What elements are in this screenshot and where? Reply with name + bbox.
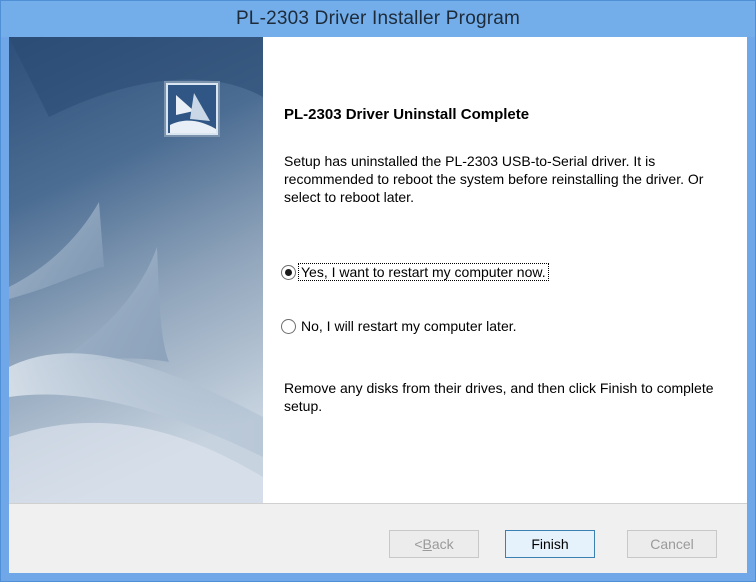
window-title: PL-2303 Driver Installer Program — [235, 8, 521, 29]
dialog-client-area: PL-2303 Driver Uninstall Complete Setup … — [9, 37, 747, 573]
sails-banner-graphic — [9, 37, 263, 503]
side-banner-image — [9, 37, 263, 503]
title-bar[interactable]: PL-2303 Driver Installer Program — [1, 1, 755, 37]
cancel-button[interactable]: Cancel — [627, 530, 717, 558]
radio-restart-now[interactable]: Yes, I want to restart my computer now. — [281, 263, 549, 281]
back-button-rest: ack — [431, 536, 454, 552]
content-pane: PL-2303 Driver Uninstall Complete Setup … — [263, 37, 747, 503]
button-bar: < Back Finish Cancel — [9, 504, 747, 573]
radio-button-unselected-icon[interactable] — [281, 318, 296, 334]
installer-window: PL-2303 Driver Installer Program PL-2303… — [0, 0, 756, 582]
radio-restart-later[interactable]: No, I will restart my computer later. — [281, 318, 519, 334]
back-button-mnemonic: B — [422, 536, 432, 552]
radio-restart-now-label[interactable]: Yes, I want to restart my computer now. — [298, 263, 549, 281]
back-button[interactable]: < Back — [389, 530, 479, 558]
finish-button[interactable]: Finish — [505, 530, 595, 558]
installer-sails-logo-icon — [164, 81, 220, 137]
page-title: PL-2303 Driver Uninstall Complete — [284, 106, 530, 123]
back-button-prefix: < — [414, 536, 423, 552]
instruction-text: Remove any disks from their drives, and … — [284, 380, 714, 414]
radio-restart-later-label[interactable]: No, I will restart my computer later. — [299, 318, 519, 334]
description-text: Setup has uninstalled the PL-2303 USB-to… — [284, 153, 704, 205]
radio-button-selected-icon[interactable] — [281, 264, 296, 280]
